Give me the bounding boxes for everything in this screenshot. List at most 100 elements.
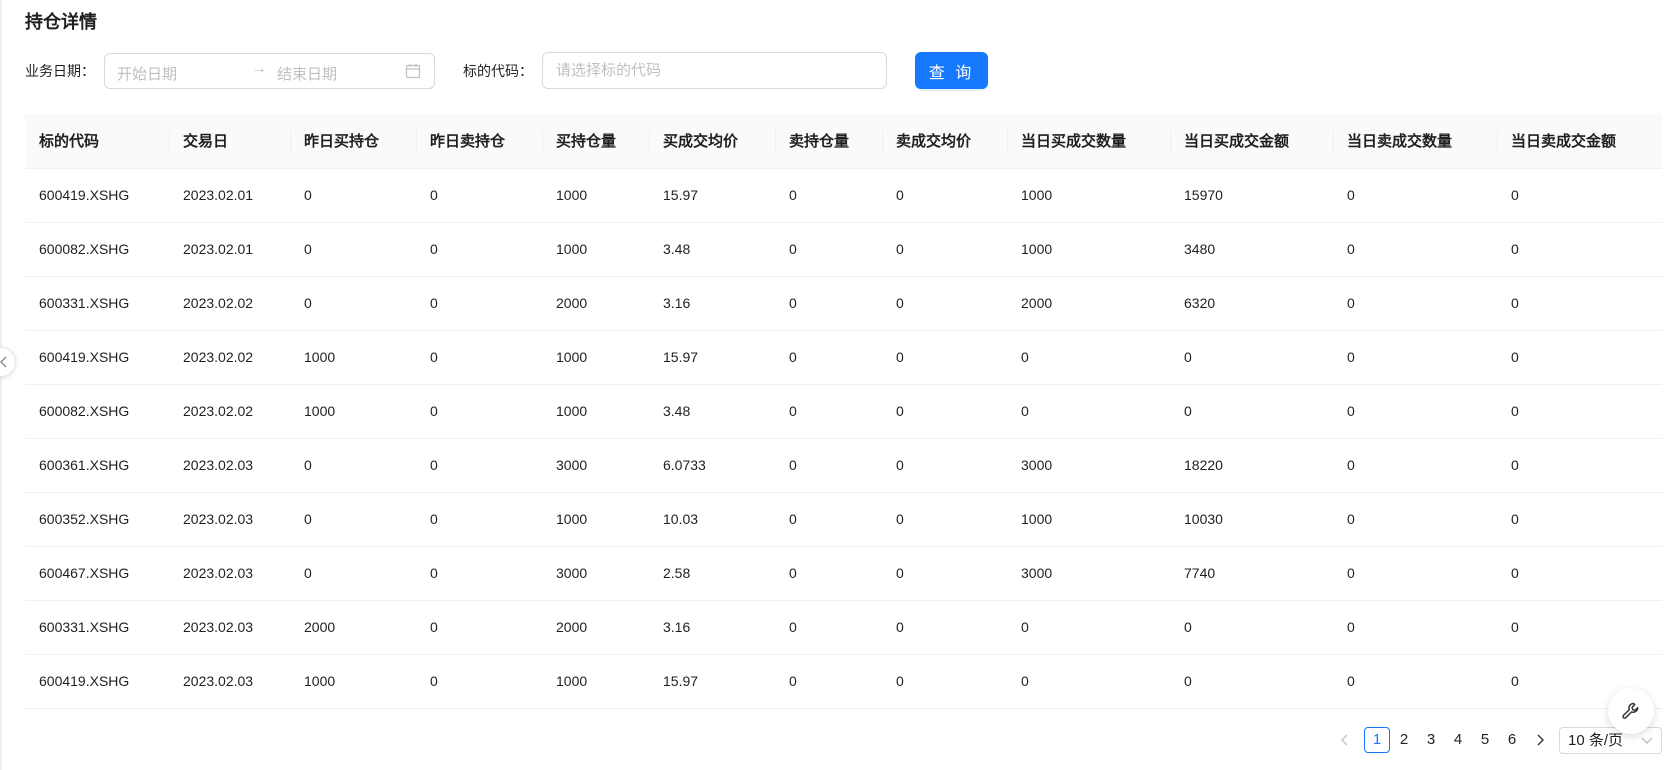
table-row[interactable]: 600082.XSHG 2023.02.01 0 0 1000 3.48 0 0 1000 348…: [25, 222, 1662, 277]
table-cell: 0: [1333, 654, 1497, 709]
table-cell: 2023.02.01: [169, 168, 290, 223]
page-number-3[interactable]: 3: [1418, 727, 1444, 753]
page-number-2[interactable]: 2: [1391, 727, 1417, 753]
page-title: 持仓详情: [25, 12, 97, 32]
table-cell: 0: [1333, 222, 1497, 277]
table-row[interactable]: 600467.XSHG 2023.02.03 0 0 3000 2.58 0 0 3000 774…: [25, 546, 1662, 601]
next-page-button[interactable]: [1535, 727, 1555, 753]
table-cell: 0: [290, 222, 416, 277]
table-row[interactable]: 600361.XSHG 2023.02.03 0 0 3000 6.0733 0 0 3000 1…: [25, 438, 1662, 493]
table-cell: 0: [1170, 384, 1333, 439]
wrench-icon: [1622, 702, 1639, 719]
sidebar-collapse-button[interactable]: [0, 347, 16, 377]
table-cell: 0: [1333, 384, 1497, 439]
table-cell: 6.0733: [649, 438, 775, 493]
table-cell: 0: [290, 276, 416, 331]
table-cell: 0: [1333, 600, 1497, 655]
column-header[interactable]: 当日卖成交数量: [1333, 114, 1497, 169]
end-date-input[interactable]: 结束日期: [277, 63, 337, 84]
table-cell: 7740: [1170, 546, 1333, 601]
table-row[interactable]: 600419.XSHG 2023.02.02 1000 0 1000 15.97 0 0 0 0 0…: [25, 330, 1662, 385]
table-cell: 1000: [542, 222, 649, 277]
column-header[interactable]: 买持仓量: [542, 114, 649, 169]
table-cell: 15970: [1170, 168, 1333, 223]
settings-float-button[interactable]: [1608, 688, 1654, 734]
table-cell: 0: [775, 384, 882, 439]
table-cell: 2000: [290, 600, 416, 655]
column-header[interactable]: 昨日买持仓: [290, 114, 416, 169]
table-cell: 3480: [1170, 222, 1333, 277]
table-cell: 15.97: [649, 654, 775, 709]
table-row[interactable]: 600419.XSHG 2023.02.03 1000 0 1000 15.97 0 0 0 0 0…: [25, 654, 1662, 709]
table-cell: 0: [775, 438, 882, 493]
page-number-5[interactable]: 5: [1472, 727, 1498, 753]
table-cell: 600352.XSHG: [25, 492, 169, 547]
table-cell: 2023.02.02: [169, 330, 290, 385]
column-header[interactable]: 卖成交均价: [882, 114, 1007, 169]
table-cell: 0: [1007, 330, 1170, 385]
page-number-1[interactable]: 1: [1364, 727, 1390, 753]
table-cell: 3.16: [649, 276, 775, 331]
table-cell: 600361.XSHG: [25, 438, 169, 493]
table-row[interactable]: 600082.XSHG 2023.02.02 1000 0 1000 3.48 0 0 0 0 0 0: [25, 384, 1662, 439]
table-cell: 1000: [290, 384, 416, 439]
start-date-input[interactable]: 开始日期: [117, 63, 177, 84]
table-cell: 1000: [542, 384, 649, 439]
column-header[interactable]: 买成交均价: [649, 114, 775, 169]
table-row[interactable]: 600352.XSHG 2023.02.03 0 0 1000 10.03 0 0 1000 10…: [25, 492, 1662, 547]
column-header[interactable]: 交易日: [169, 114, 290, 169]
table-row[interactable]: 600331.XSHG 2023.02.02 0 0 2000 3.16 0 0 2000 632…: [25, 276, 1662, 331]
table-cell: 2023.02.02: [169, 384, 290, 439]
table-cell: 0: [416, 654, 542, 709]
table-cell: 2023.02.03: [169, 600, 290, 655]
table-cell: 10030: [1170, 492, 1333, 547]
code-select-input[interactable]: [542, 52, 887, 89]
page-number-4[interactable]: 4: [1445, 727, 1471, 753]
table-cell: 3.16: [649, 600, 775, 655]
table-cell: 0: [290, 438, 416, 493]
table-cell: 0: [1497, 600, 1662, 655]
table-cell: 0: [882, 492, 1007, 547]
table-row[interactable]: 600331.XSHG 2023.02.03 2000 0 2000 3.16 0 0 0 0 0 0: [25, 600, 1662, 655]
business-date-label: 业务日期：: [25, 63, 95, 79]
date-range-picker[interactable]: 开始日期 → 结束日期: [104, 53, 435, 89]
table-cell: 2023.02.03: [169, 438, 290, 493]
table-cell: 0: [1497, 222, 1662, 277]
table-cell: 10.03: [649, 492, 775, 547]
column-header[interactable]: 卖持仓量: [775, 114, 882, 169]
table-cell: 0: [775, 546, 882, 601]
page-number-6[interactable]: 6: [1499, 727, 1525, 753]
table-cell: 0: [1170, 654, 1333, 709]
table-cell: 0: [416, 168, 542, 223]
chevron-left-icon: [0, 356, 7, 368]
table-cell: 0: [1497, 546, 1662, 601]
table-row[interactable]: 600419.XSHG 2023.02.01 0 0 1000 15.97 0 0 1000 15…: [25, 168, 1662, 223]
page-size-value: 10 条/页: [1568, 732, 1624, 749]
table-cell: 15.97: [649, 330, 775, 385]
table-cell: 0: [775, 168, 882, 223]
table-cell: 15.97: [649, 168, 775, 223]
table-cell: 600082.XSHG: [25, 384, 169, 439]
column-header[interactable]: 标的代码: [25, 114, 169, 169]
column-header[interactable]: 昨日卖持仓: [416, 114, 542, 169]
table-cell: 0: [775, 492, 882, 547]
table-cell: 0: [882, 330, 1007, 385]
column-header[interactable]: 当日买成交金额: [1170, 114, 1333, 169]
table-cell: 0: [1497, 330, 1662, 385]
table-cell: 1000: [1007, 492, 1170, 547]
page-size-select[interactable]: 10 条/页: [1559, 727, 1662, 754]
table-cell: 600467.XSHG: [25, 546, 169, 601]
table-body: 600419.XSHG 2023.02.01 0 0 1000 15.97 0 0 1000 15…: [25, 168, 1662, 709]
query-button[interactable]: 查 询: [915, 52, 988, 89]
table-cell: 1000: [1007, 168, 1170, 223]
table-cell: 1000: [290, 654, 416, 709]
prev-page-button[interactable]: [1340, 727, 1360, 753]
table-cell: 0: [882, 276, 1007, 331]
column-header[interactable]: 当日卖成交金额: [1497, 114, 1662, 169]
table-cell: 0: [1007, 654, 1170, 709]
table-cell: 600082.XSHG: [25, 222, 169, 277]
table-cell: 0: [1497, 384, 1662, 439]
table-cell: 0: [416, 492, 542, 547]
table-cell: 0: [1170, 330, 1333, 385]
column-header[interactable]: 当日买成交数量: [1007, 114, 1170, 169]
